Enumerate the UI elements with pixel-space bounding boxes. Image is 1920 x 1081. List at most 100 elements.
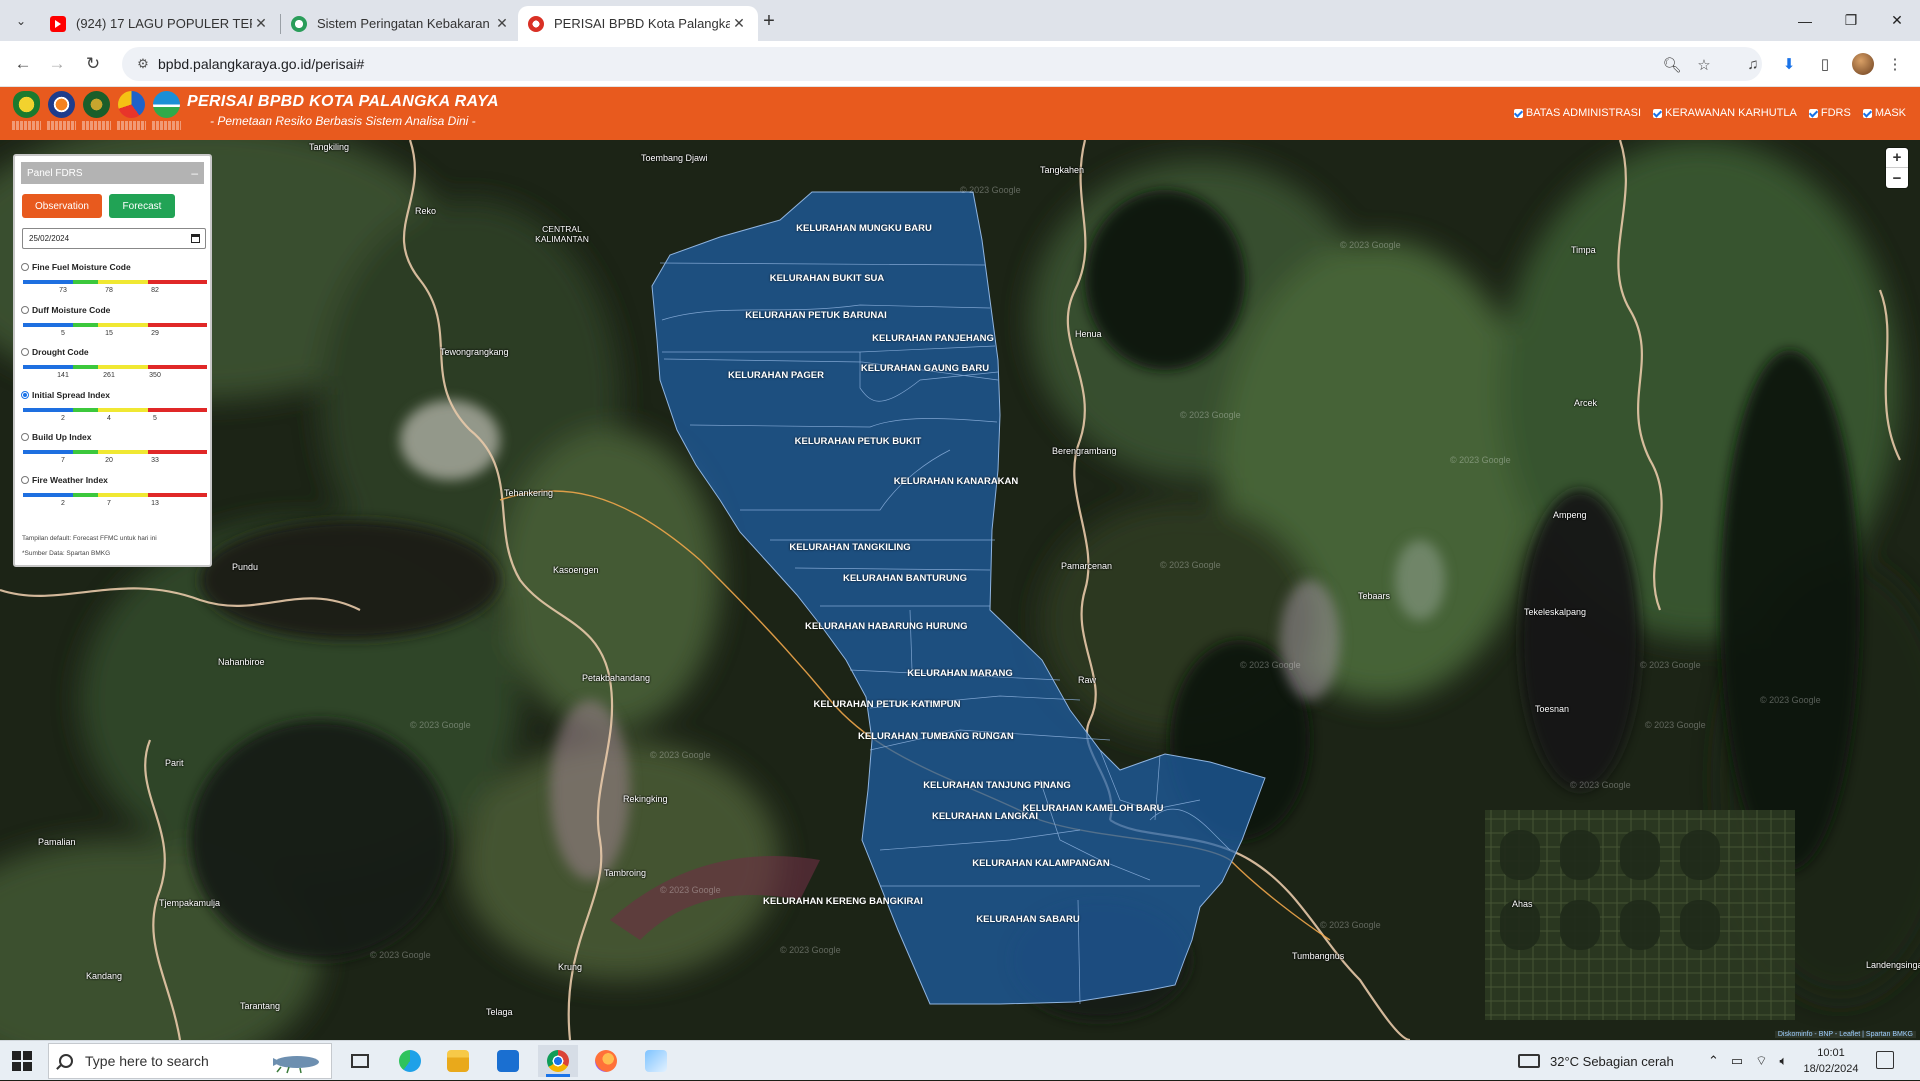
new-tab-button[interactable]: + [756, 8, 782, 34]
kelurahan-label[interactable]: KELURAHAN BUKIT SUA [752, 273, 902, 284]
zoom-out-button[interactable]: − [1886, 168, 1908, 188]
taskbar-file-explorer[interactable] [438, 1045, 478, 1077]
tab-search-button[interactable]: ⌄ [8, 8, 34, 34]
tab-perisai[interactable]: PERISAI BPBD Kota Palangka Ra ✕ [518, 6, 758, 41]
map-watermark: © 2023 Google [1450, 455, 1511, 465]
kelurahan-label[interactable]: KELURAHAN SABARU [953, 914, 1103, 925]
kelurahan-label[interactable]: KELURAHAN KERENG BANGKIRAI [763, 896, 923, 907]
bookmark-star-icon[interactable]: ☆ [1694, 55, 1714, 75]
meet-now-icon[interactable]: ▭ [1731, 1053, 1743, 1069]
address-bar[interactable]: ⚙ bpbd.palangkaraya.go.id/perisai# 🔍︎ ☆ [122, 47, 1762, 81]
fdrs-index-option[interactable]: Drought Code 141 261 350 [21, 347, 209, 382]
logo-strip [12, 91, 181, 135]
forecast-button[interactable]: Forecast [109, 194, 175, 218]
radio-button[interactable] [21, 475, 29, 484]
checkbox-icon[interactable] [1653, 108, 1663, 118]
forward-button[interactable]: → [44, 51, 70, 77]
media-controls-icon[interactable]: ♫ [1742, 53, 1764, 75]
start-button[interactable] [12, 1051, 32, 1071]
fdrs-index-option[interactable]: Initial Spread Index 2 4 5 [21, 390, 209, 425]
index-label[interactable]: Initial Spread Index [21, 390, 209, 400]
kelurahan-label[interactable]: KELURAHAN TANJUNG PINANG [922, 780, 1072, 791]
url-text[interactable]: bpbd.palangkaraya.go.id/perisai# [158, 56, 364, 72]
side-panel-icon[interactable]: ▯ [1814, 53, 1836, 75]
profile-avatar[interactable] [1852, 53, 1874, 75]
window-close-button[interactable]: ✕ [1874, 0, 1920, 41]
fdrs-index-option[interactable]: Duff Moisture Code 5 15 29 [21, 305, 209, 340]
checkbox-icon[interactable] [1808, 108, 1818, 118]
kelurahan-label[interactable]: KELURAHAN PAGER [701, 370, 851, 381]
zoom-icon[interactable]: 🔍︎ [1662, 55, 1682, 75]
index-name: Duff Moisture Code [32, 304, 111, 315]
taskbar-mail[interactable] [488, 1045, 528, 1077]
tab-sistem-peringatan[interactable]: Sistem Peringatan Kebakaran H ✕ [281, 6, 521, 41]
checkbox-icon[interactable] [1862, 108, 1872, 118]
calendar-icon[interactable] [191, 234, 200, 243]
kelurahan-label[interactable]: KELURAHAN BANTURUNG [830, 573, 980, 584]
close-icon[interactable]: ✕ [252, 15, 270, 32]
fdrs-index-option[interactable]: Fire Weather Index 2 7 13 [21, 475, 209, 510]
kelurahan-label[interactable]: KELURAHAN MUNGKU BARU [789, 223, 939, 234]
plus-icon: + [763, 9, 775, 32]
fdrs-index-option[interactable]: Build Up Index 7 20 33 [21, 432, 209, 467]
radio-button[interactable] [21, 433, 29, 441]
taskbar-search[interactable]: Type here to search [48, 1043, 332, 1079]
close-icon[interactable]: ✕ [730, 15, 748, 32]
radio-button[interactable] [21, 263, 29, 271]
download-icon[interactable]: ⬇ [1778, 53, 1800, 75]
kelurahan-label[interactable]: KELURAHAN KALAMPANGAN [966, 858, 1116, 869]
kelurahan-label[interactable]: KELURAHAN KAMELOH BARU [1018, 803, 1168, 814]
kebab-menu-icon[interactable]: ⋮ [1884, 53, 1906, 75]
map-canvas[interactable]: Tangkiling Toembang Djawi Tangkahen Reko CEN… [0, 140, 1920, 1040]
index-label[interactable]: Duff Moisture Code [21, 305, 209, 315]
task-view-button[interactable] [340, 1045, 380, 1077]
taskbar-edge[interactable] [390, 1045, 430, 1077]
minimize-icon[interactable]: – [191, 166, 198, 180]
kelurahan-label[interactable]: KELURAHAN PETUK KATIMPUN [812, 699, 962, 710]
tab-youtube[interactable]: (924) 17 LAGU POPULER TERBA ✕ [40, 6, 280, 41]
clock[interactable]: 10:01 18/02/2024 [1796, 1045, 1866, 1077]
fdrs-index-option[interactable]: Fine Fuel Moisture Code 73 78 82 [21, 262, 209, 297]
kelurahan-label[interactable]: KELURAHAN PANJEHANG [858, 333, 1008, 344]
kelurahan-label[interactable]: KELURAHAN TANGKILING [775, 542, 925, 553]
taskbar-app[interactable] [636, 1045, 676, 1077]
app-header: PERISAI BPBD KOTA PALANGKA RAYA - Pemeta… [0, 87, 1920, 140]
kelurahan-label[interactable]: KELURAHAN TUMBANG RUNGAN [858, 731, 1014, 742]
kelurahan-label[interactable]: KELURAHAN MARANG [885, 668, 1035, 679]
chevron-down-icon: ⌄ [15, 14, 27, 28]
restore-button[interactable]: ❐ [1828, 0, 1874, 41]
kelurahan-label[interactable]: KELURAHAN GAUNG BARU [850, 363, 1000, 374]
radio-button[interactable] [21, 390, 29, 399]
radio-button[interactable] [21, 305, 29, 314]
chevron-up-icon[interactable]: ⌃ [1708, 1053, 1719, 1069]
layer-toggle-fdrs[interactable]: FDRS [1808, 107, 1851, 119]
layer-toggle-batas-administrasi[interactable]: BATAS ADMINISTRASI [1513, 107, 1641, 119]
index-ticks: 5 15 29 [21, 330, 209, 340]
layer-toggle-kerawanan-karhutla[interactable]: KERAWANAN KARHUTLA [1653, 107, 1797, 119]
kelurahan-label[interactable]: KELURAHAN PETUK BUKIT [783, 436, 933, 447]
layer-toggle-mask[interactable]: MASK [1862, 107, 1906, 119]
back-button[interactable]: ← [10, 51, 36, 77]
kelurahan-label[interactable]: KELURAHAN HABARUNG HURUNG [805, 621, 968, 632]
reload-button[interactable]: ↻ [80, 51, 106, 77]
kelurahan-label[interactable]: KELURAHAN PETUK BARUNAI [741, 310, 891, 321]
observation-button[interactable]: Observation [22, 194, 102, 218]
index-label[interactable]: Fine Fuel Moisture Code [21, 262, 209, 272]
kelurahan-label[interactable]: KELURAHAN KANARAKAN [881, 476, 1031, 487]
zoom-in-button[interactable]: + [1886, 148, 1908, 168]
date-input[interactable]: 25/02/2024 [22, 228, 206, 249]
weather-widget[interactable]: 32°C Sebagian cerah [1518, 1041, 1674, 1081]
radio-button[interactable] [21, 348, 29, 356]
wifi-icon[interactable]: ⌔ [1755, 1053, 1767, 1069]
close-icon[interactable]: ✕ [493, 15, 511, 32]
taskbar-chrome[interactable] [538, 1045, 578, 1077]
minimize-button[interactable]: — [1782, 0, 1828, 41]
index-label[interactable]: Fire Weather Index [21, 475, 209, 485]
taskbar-firefox[interactable] [586, 1045, 626, 1077]
index-label[interactable]: Drought Code [21, 347, 209, 357]
notification-icon[interactable] [1876, 1051, 1894, 1069]
volume-icon[interactable]: 🔈︎ [1779, 1053, 1787, 1069]
checkbox-icon[interactable] [1513, 108, 1523, 118]
site-info-icon[interactable]: ⚙ [134, 55, 152, 73]
index-label[interactable]: Build Up Index [21, 432, 209, 442]
